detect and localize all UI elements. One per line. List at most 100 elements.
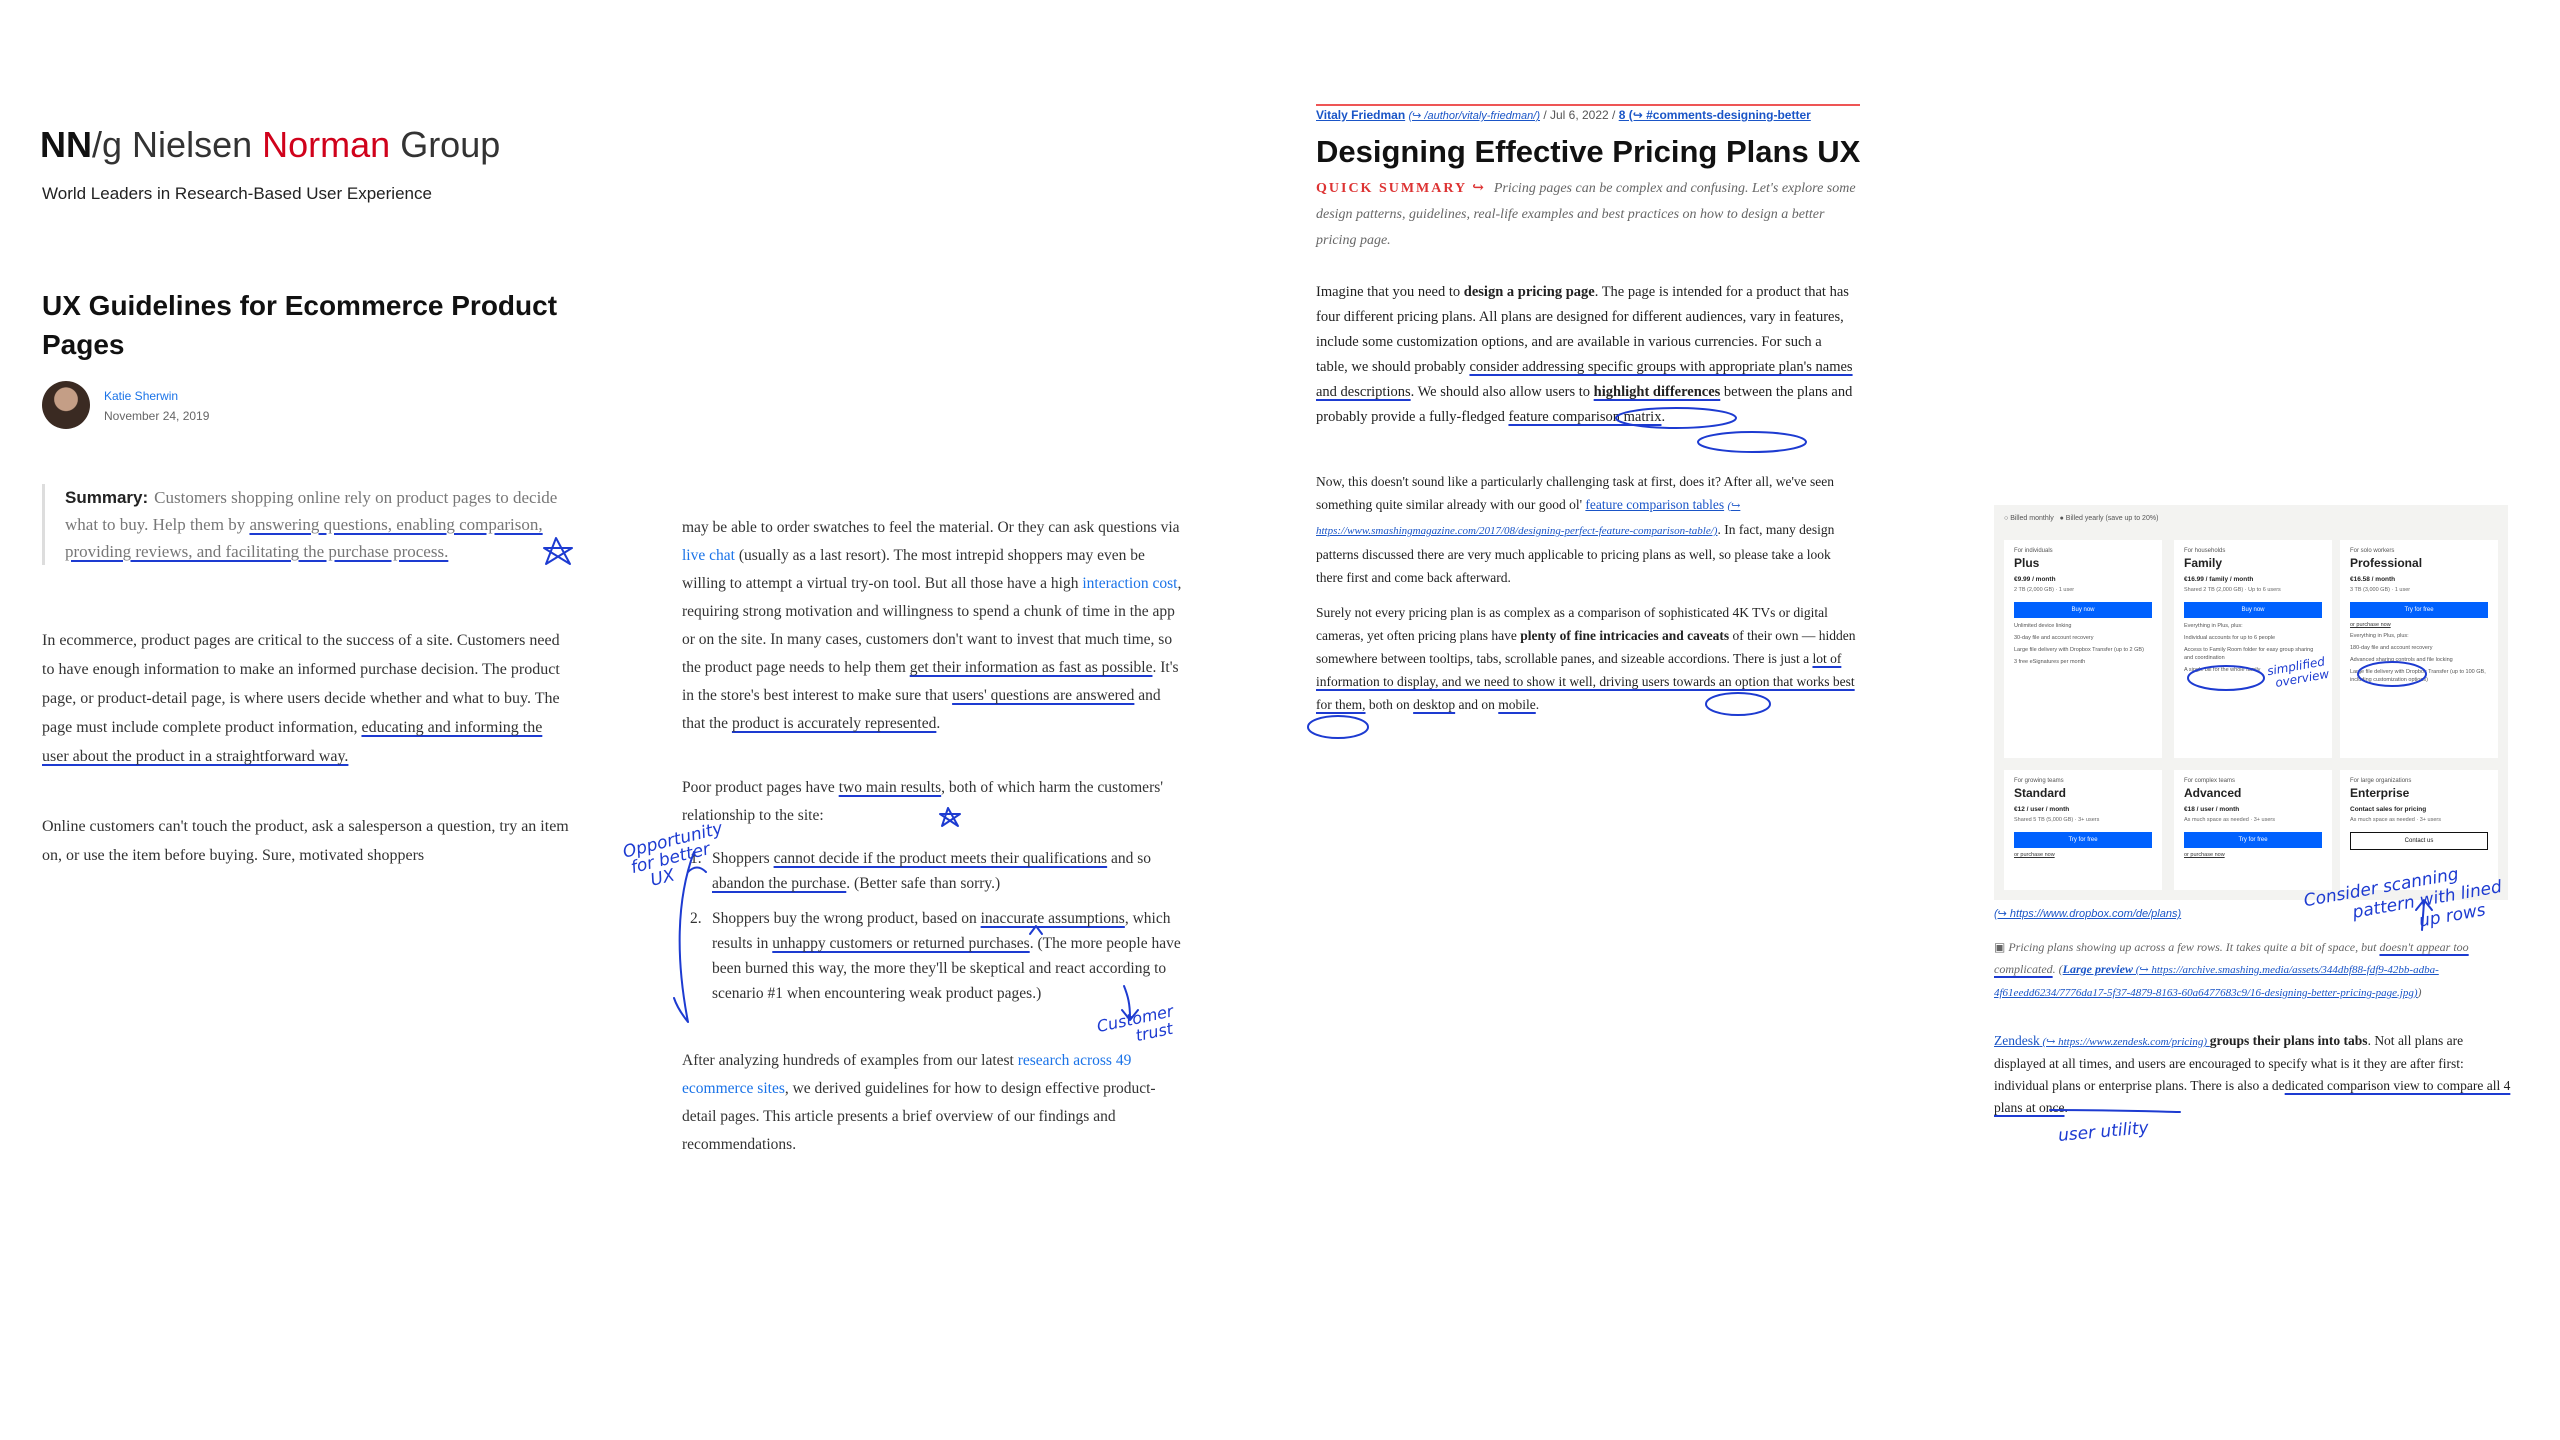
paragraph-text: Poor product pages have <box>682 779 839 796</box>
plan-audience: For solo workers <box>2350 548 2395 554</box>
plan-price: Contact sales for pricing <box>2350 806 2427 813</box>
plan-feature: Advanced sharing controls and file locki… <box>2350 657 2453 663</box>
paragraph-bold: plenty of fine intricacies and caveats <box>1520 628 1730 643</box>
plan-storage: As much space as needed · 3+ users <box>2184 817 2275 823</box>
plan-audience: For growing teams <box>2014 778 2064 784</box>
paragraph-text: . <box>1535 697 1540 712</box>
plan-feature: Unlimited device linking <box>2014 623 2072 629</box>
plan-card[interactable]: For individuals Plus €9.99 / month 2 TB (2,… <box>2004 540 2162 758</box>
paragraph: Zendesk (↪ https://www.zendesk.com/prici… <box>1994 1030 2514 1119</box>
article-title: Designing Effective Pricing Plans UX <box>1316 134 1861 169</box>
image-icon: ▣ <box>1994 940 2006 954</box>
logo-norman: Norman <box>262 124 391 165</box>
logo-nn: NN <box>40 124 92 165</box>
paragraph-text: Imagine that you need to <box>1316 284 1464 300</box>
publish-date: / Jul 6, 2022 / <box>1539 108 1619 122</box>
zendesk-link[interactable]: Zendesk <box>1994 1033 2040 1048</box>
plan-purchase-link[interactable]: or purchase now <box>2014 852 2152 858</box>
article-title: UX Guidelines for Ecommerce Product Page… <box>42 290 558 360</box>
paragraph-text: After analyzing hundreds of examples fro… <box>682 1052 1018 1069</box>
billing-toggle[interactable]: ○ Billed monthly ● Billed yearly (save u… <box>2004 515 2158 522</box>
plan-name: Family <box>2184 556 2223 570</box>
plan-storage: 2 TB (2,000 GB) · 1 user <box>2014 587 2075 593</box>
list-text: . (Better safe than sorry.) <box>846 875 1001 892</box>
plan-feature: Individual accounts for up to 6 people <box>2184 635 2276 641</box>
plan-audience: For individuals <box>2014 548 2053 554</box>
paragraph-text: . We should also allow users to <box>1410 384 1594 400</box>
plan-feature: Large file delivery with Dropbox Transfe… <box>2350 669 2486 683</box>
paragraph-highlight: two main results <box>838 779 942 796</box>
plan-price: €9.99 / month <box>2014 576 2056 583</box>
paragraph-text: and on <box>1455 697 1499 712</box>
caption-text: ) <box>2417 985 2422 999</box>
list-highlight: unhappy customers or returned purchases <box>772 935 1030 952</box>
plan-price: €16.58 / month <box>2350 576 2396 583</box>
plan-purchase-link[interactable]: or purchase now <box>2184 852 2322 858</box>
nng-logo[interactable]: NN/g Nielsen Norman Group <box>40 124 500 166</box>
plan-cta-button[interactable]: Try for free <box>2014 832 2152 848</box>
author-url[interactable]: (↪ /author/vitaly-friedman/) <box>1409 110 1540 122</box>
list-item: 2. Shoppers buy the wrong product, based … <box>682 906 1182 1006</box>
list-item: 1. Shoppers cannot decide if the product … <box>682 846 1182 896</box>
paragraph-text: may be able to order swatches to feel th… <box>682 519 1180 536</box>
paragraph-text: (usually as a last resort). The most int… <box>682 547 1145 592</box>
plan-feature: 3 free eSignatures per month <box>2014 659 2086 665</box>
plan-name: Enterprise <box>2350 786 2410 800</box>
plan-name: Plus <box>2014 556 2040 570</box>
paragraph-highlight: highlight differences <box>1593 384 1721 400</box>
plan-cta-button[interactable]: Try for free <box>2350 602 2488 618</box>
live-chat-link[interactable]: live chat <box>682 547 735 564</box>
plan-card[interactable]: For households Family €16.99 / family / mo… <box>2174 540 2332 758</box>
logo-slash-g: /g <box>92 124 123 165</box>
plan-feature: Everything in Plus, plus: <box>2350 633 2409 639</box>
plan-audience: For complex teams <box>2184 778 2236 784</box>
author-link[interactable]: Vitaly Friedman <box>1316 108 1405 122</box>
paragraph: After analyzing hundreds of examples fro… <box>682 1047 1182 1159</box>
paragraph-text: Now, this doesn't sound like a particula… <box>1316 474 1834 512</box>
image-source-link[interactable]: (↪ https://www.dropbox.com/de/plans) <box>1994 907 2181 920</box>
plan-card[interactable]: For complex teams Advanced €18 / user / mo… <box>2174 770 2332 890</box>
paragraph: Now, this doesn't sound like a particula… <box>1316 470 1856 589</box>
paragraph-bold: groups their plans into tabs <box>2209 1033 2368 1048</box>
billing-monthly-label: Billed monthly <box>2010 515 2054 522</box>
list-text: and so <box>1107 850 1152 867</box>
logo-nielsen: Nielsen <box>132 124 253 165</box>
author-link[interactable]: Katie Sherwin <box>104 389 178 403</box>
interaction-cost-link[interactable]: interaction cost <box>1082 575 1177 592</box>
paragraph-bold: design a pricing page <box>1463 284 1595 300</box>
comparison-tables-link[interactable]: feature comparison tables <box>1585 497 1724 512</box>
plan-feature: Everything in Plus, plus: <box>2184 623 2243 629</box>
paragraph: may be able to order swatches to feel th… <box>682 514 1182 738</box>
paragraph-highlight: feature comparison matrix <box>1508 409 1662 425</box>
paragraph-highlight: get their information as fast as possibl… <box>909 659 1153 676</box>
quick-summary: QUICK SUMMARY ↪ Pricing pages can be comp… <box>1316 176 1856 254</box>
caption-text: . ( <box>2052 962 2063 976</box>
zendesk-url[interactable]: (↪ https://www.zendesk.com/pricing) <box>2040 1036 2210 1048</box>
plan-cta-button[interactable]: Buy now <box>2184 602 2322 618</box>
large-preview-link[interactable]: Large preview <box>2063 962 2133 976</box>
plan-name: Professional <box>2350 556 2423 570</box>
paragraph-highlight: mobile <box>1498 697 1536 712</box>
comments-link[interactable]: 8 (↪ #comments-designing-better <box>1619 108 1811 122</box>
summary-label: Summary: <box>65 488 149 507</box>
paragraph: Poor product pages have two main results… <box>682 774 1182 830</box>
plan-price: €12 / user / month <box>2014 806 2070 813</box>
plan-card[interactable]: For solo workers Professional €16.58 / mon… <box>2340 540 2498 758</box>
plan-cta-button[interactable]: Buy now <box>2014 602 2152 618</box>
paragraph-highlight: product is accurately represented <box>731 715 937 732</box>
plan-purchase-link[interactable]: or purchase now <box>2350 622 2488 628</box>
plan-cta-button[interactable]: Try for free <box>2184 832 2322 848</box>
radio-icon[interactable]: ○ <box>2004 515 2008 522</box>
circle-mark <box>1697 431 1807 453</box>
paragraph-text: . <box>936 715 941 732</box>
plan-card[interactable]: For growing teams Standard €12 / user / mo… <box>2004 770 2162 890</box>
plan-cta-button[interactable]: Contact us <box>2350 832 2488 850</box>
summary-label: QUICK SUMMARY ↪ <box>1316 181 1486 196</box>
logo-group: Group <box>400 124 501 165</box>
author-avatar[interactable] <box>42 381 90 429</box>
plan-feature: 30-day file and account recovery <box>2014 635 2094 641</box>
plan-storage: Shared 5 TB (5,000 GB) · 3+ users <box>2014 817 2100 823</box>
list-number: 2. <box>690 910 702 927</box>
radio-selected-icon[interactable]: ● <box>2060 515 2064 522</box>
paragraph: Online customers can't touch the product… <box>42 818 569 864</box>
